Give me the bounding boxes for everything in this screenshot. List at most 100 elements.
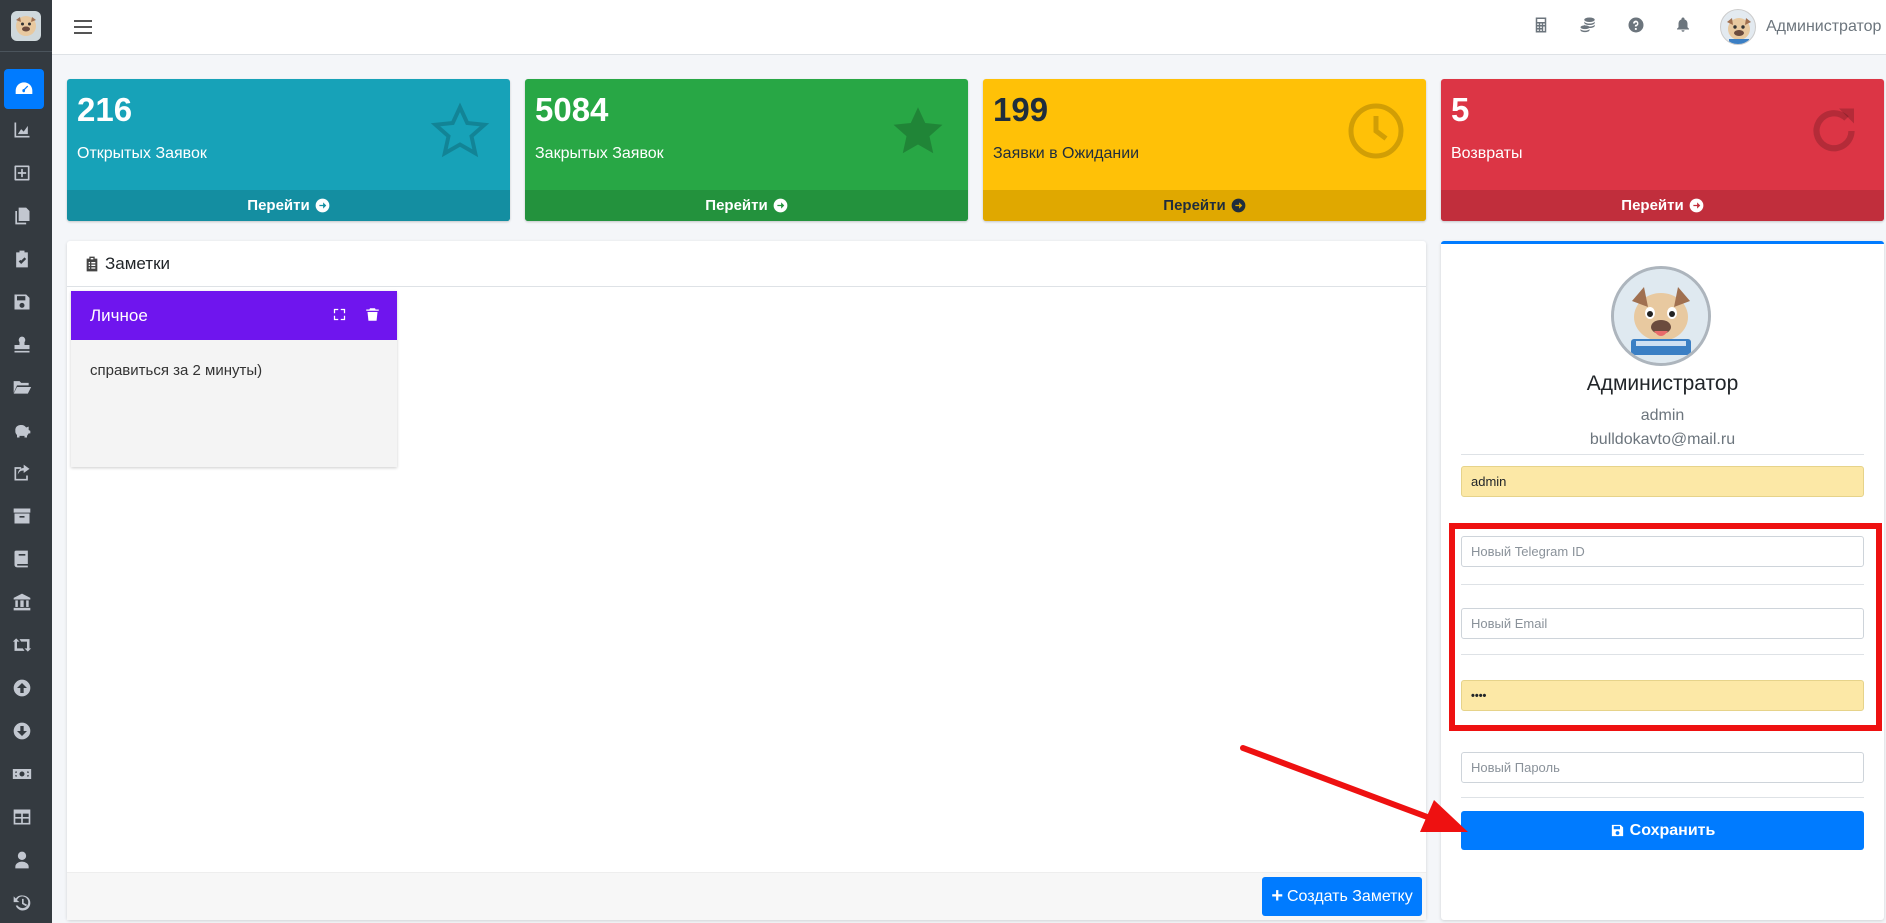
stat-label: Возвраты [1451,145,1523,162]
star-icon [893,107,943,154]
redo-icon [1813,108,1855,152]
sidebar-item-retweet[interactable] [0,625,44,665]
star-outline-icon [430,102,490,158]
history-icon [13,895,31,911]
save-label: Сохранить [1629,821,1716,839]
help-icon[interactable] [1627,16,1647,36]
avatar [1720,9,1756,45]
stat-pending-requests: 199 Заявки в Ожидании Перейти [983,79,1426,221]
stat-value: 5084 [535,91,609,128]
university-icon [13,593,31,611]
sidebar-item-user[interactable] [0,840,44,880]
menu-toggle-icon[interactable] [74,16,92,36]
arrow-circle-down-icon [13,722,31,740]
table-icon [13,809,31,825]
sidebar-item-money[interactable] [0,754,44,794]
coins-icon[interactable] [1579,16,1599,36]
save-icon [1611,824,1623,837]
note-header: Личное [71,291,397,340]
expand-icon[interactable] [332,307,348,323]
stamp-icon [14,336,30,353]
notes-title: Заметки [105,253,171,273]
arrow-circle-right-icon [773,198,788,213]
notes-header: Заметки [67,241,1426,287]
sidebar-item-chart[interactable] [0,110,44,150]
sidebar-item-upload[interactable] [0,668,44,708]
profile-avatar [1611,266,1711,366]
folder-open-icon [13,381,32,394]
stat-returns: 5 Возвраты Перейти [1441,79,1884,221]
login-field[interactable]: admin [1461,466,1864,497]
stat-value: 5 [1451,91,1470,128]
sidebar-item-copy[interactable] [0,196,44,236]
divider [1461,797,1864,798]
plus-square-icon [14,165,30,181]
create-note-button[interactable]: + Создать Заметку [1262,877,1422,916]
profile-name: Администратор [1586,372,1739,395]
profile-login: admin [1640,407,1685,424]
stat-value: 216 [77,91,133,128]
app-logo[interactable] [0,0,52,52]
retweet-icon [12,638,32,652]
sidebar-item-book[interactable] [0,539,44,579]
stat-open-requests: 216 Открытых Заявок Перейти [67,79,510,221]
sidebar [0,0,52,923]
note-title: Личное [90,305,148,325]
calculator-icon[interactable] [1532,16,1552,36]
stat-label: Закрытых Заявок [535,145,664,162]
clipboard-list-icon [86,256,98,271]
clock-icon [1348,103,1404,159]
sidebar-item-bank[interactable] [0,582,44,622]
chart-area-icon [14,122,30,138]
stat-label: Открытых Заявок [77,145,207,162]
sidebar-item-folder[interactable] [0,367,44,407]
sidebar-item-dashboard[interactable] [4,69,44,109]
save-icon [14,294,30,310]
note-text: справиться за 2 минуты) [90,362,263,379]
stat-link-open[interactable]: Перейти [67,190,510,221]
bell-icon[interactable] [1674,16,1694,36]
sidebar-item-download[interactable] [0,711,44,751]
annotation-highlight-box [1449,523,1882,731]
money-bill-icon [12,769,32,779]
stat-label: Заявки в Ожидании [993,145,1140,162]
note-card: Личное справиться за 2 минуты) [71,291,397,467]
stat-link-returns[interactable]: Перейти [1441,190,1884,221]
sidebar-item-table[interactable] [0,797,44,837]
sidebar-item-stamp[interactable] [0,325,44,365]
share-square-icon [14,464,30,481]
sidebar-item-history[interactable] [0,883,44,923]
divider [1461,454,1864,455]
bulldog-logo-icon [11,10,41,41]
sidebar-item-piggy[interactable] [0,410,44,450]
arrow-circle-right-icon [1689,198,1704,213]
stat-link-label: Перейти [1163,197,1226,214]
sidebar-item-clipboard[interactable] [0,239,44,279]
dashboard-icon [15,82,33,94]
book-icon [14,550,28,568]
arrow-circle-right-icon [315,198,330,213]
stat-link-closed[interactable]: Перейти [525,190,968,221]
stat-link-label: Перейти [247,197,310,214]
stat-link-pending[interactable]: Перейти [983,190,1426,221]
stat-link-label: Перейти [705,197,768,214]
profile-email: bulldokavto@mail.ru [1589,431,1736,448]
new-password-field[interactable]: Новый Пароль [1461,752,1864,783]
arrow-circle-up-icon [13,679,31,697]
stat-link-label: Перейти [1621,197,1684,214]
notes-footer: + Создать Заметку [67,872,1426,920]
copy-icon [15,207,30,225]
sidebar-item-share[interactable] [0,453,44,493]
trash-icon[interactable] [365,307,381,323]
sidebar-item-archive[interactable] [0,496,44,536]
plus-icon: + [1271,885,1283,907]
top-navbar: Администратор [52,0,1886,55]
arrow-circle-right-icon [1231,198,1246,213]
stat-closed-requests: 5084 Закрытых Заявок Перейти [525,79,968,221]
sidebar-item-save[interactable] [0,282,44,322]
sidebar-item-add[interactable] [0,153,44,193]
save-button[interactable]: Сохранить [1461,811,1864,850]
create-note-label: Создать Заметку [1287,887,1413,905]
piggy-bank-icon [15,424,31,438]
user-menu[interactable]: Администратор [1720,8,1881,46]
